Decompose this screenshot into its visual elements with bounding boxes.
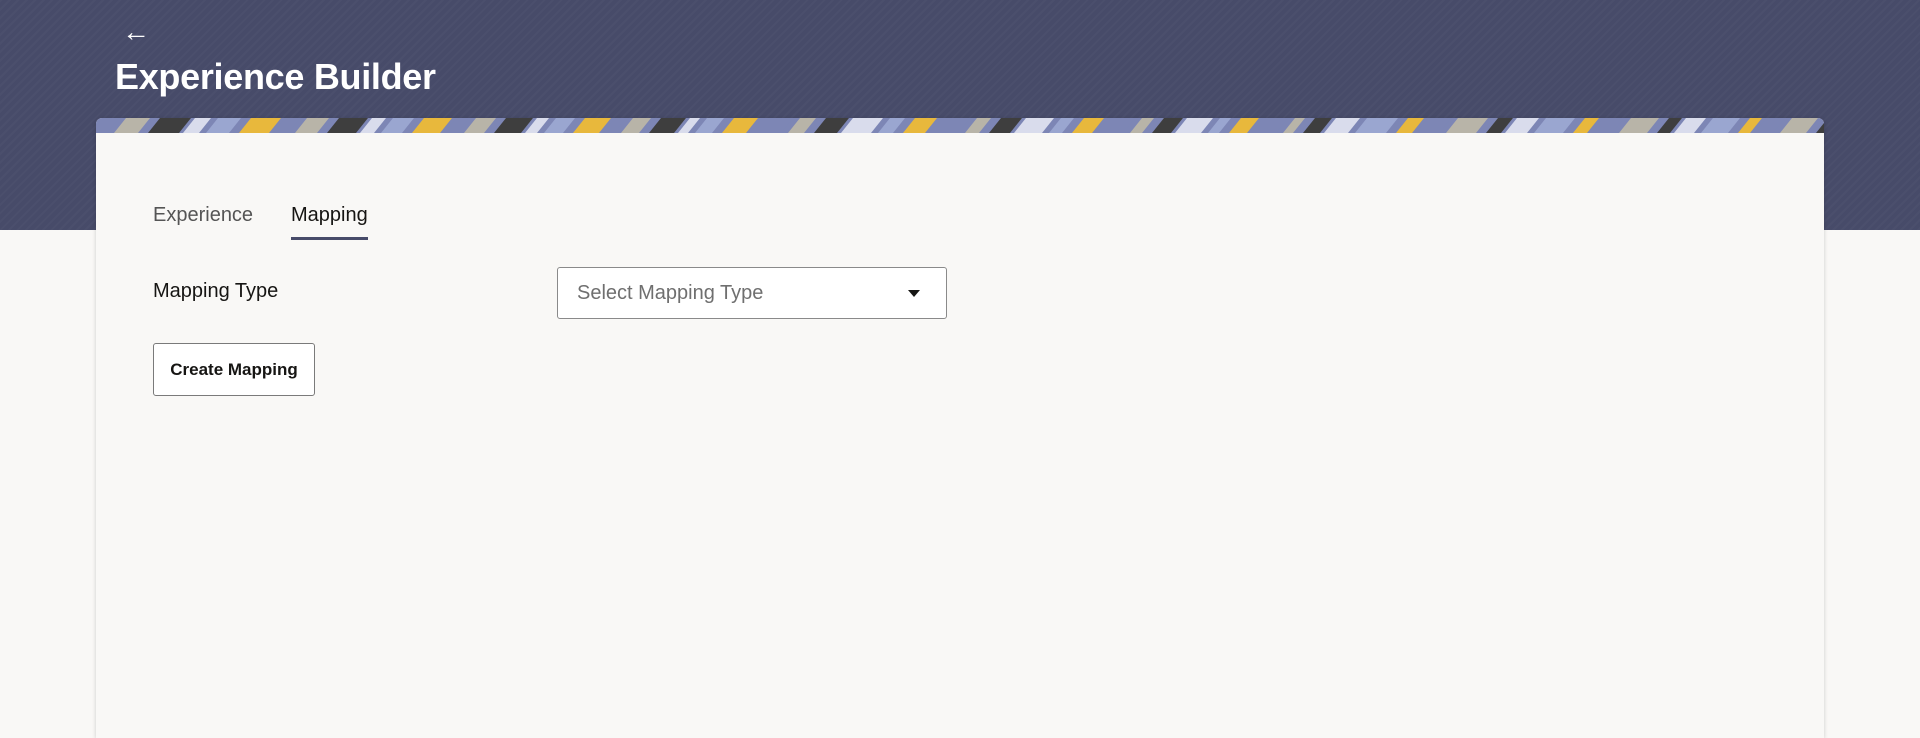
tab-experience[interactable]: Experience <box>153 204 253 237</box>
mapping-type-label: Mapping Type <box>153 280 279 302</box>
content-card: Experience Mapping Mapping Type Select M… <box>96 118 1824 738</box>
mapping-type-select[interactable]: Select Mapping Type <box>557 267 947 319</box>
create-mapping-button[interactable]: Create Mapping <box>153 343 315 396</box>
page-title: Experience Builder <box>115 56 436 97</box>
arrow-left-icon: ← <box>122 16 150 47</box>
tab-mapping[interactable]: Mapping <box>291 204 368 240</box>
back-button[interactable]: ← <box>118 14 154 50</box>
caret-down-icon <box>908 290 920 297</box>
mapping-type-placeholder: Select Mapping Type <box>577 282 764 304</box>
decorative-banner <box>96 118 1824 133</box>
